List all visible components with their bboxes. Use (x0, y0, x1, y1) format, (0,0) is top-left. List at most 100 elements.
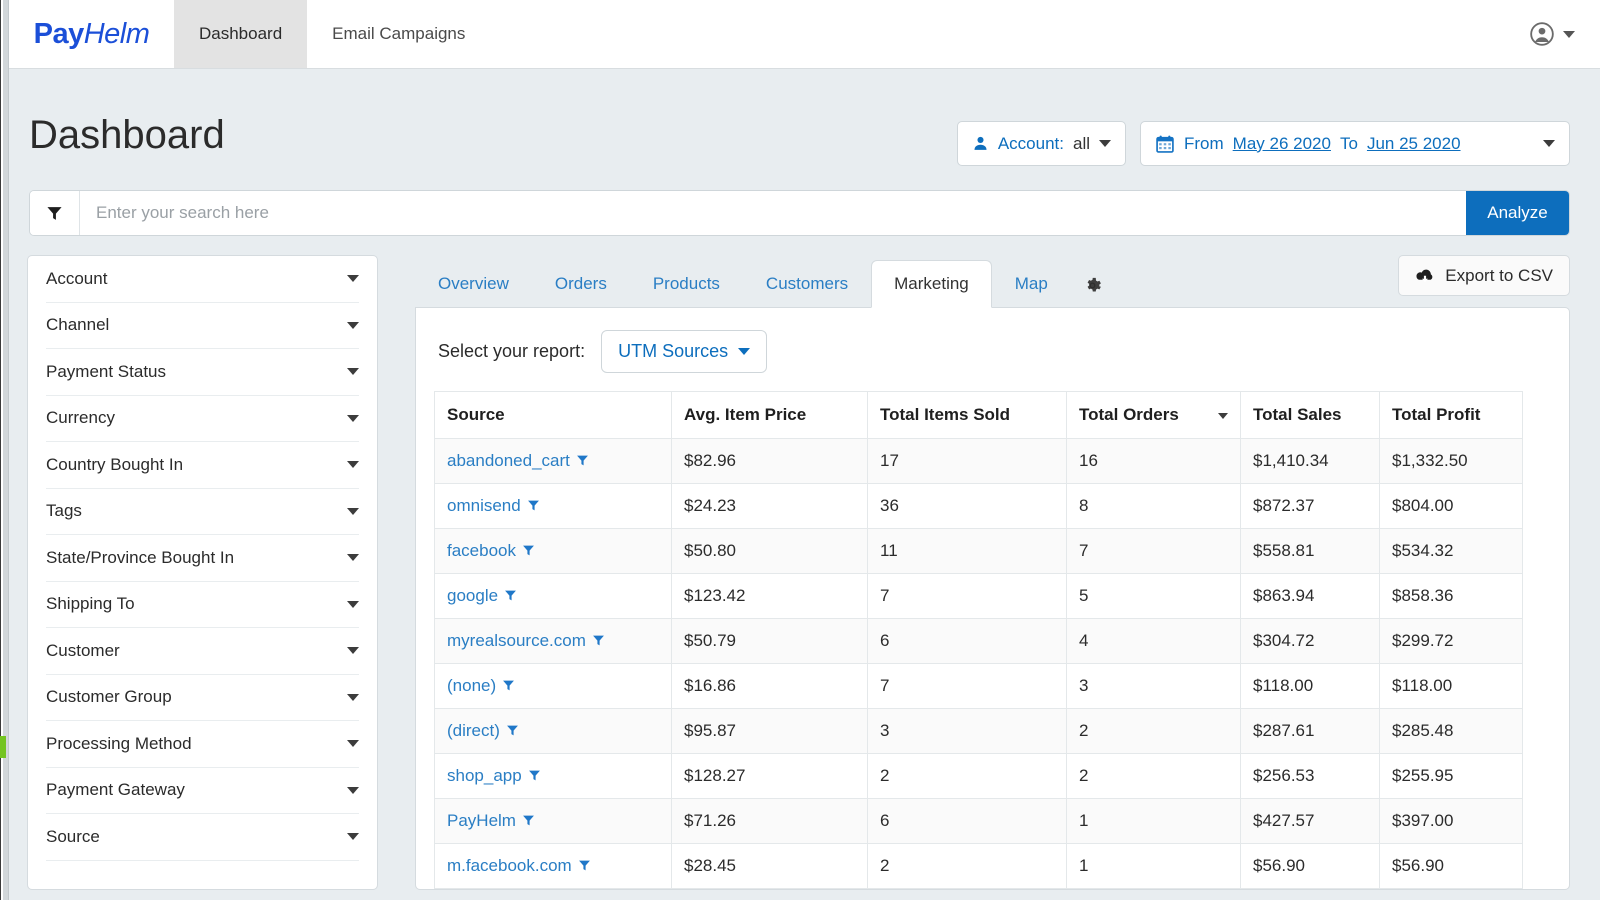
chevron-down-icon (738, 348, 750, 355)
tab-label: Products (653, 274, 720, 293)
funnel-icon[interactable] (522, 766, 541, 785)
source-link[interactable]: (direct) (447, 721, 500, 740)
table-row: facebook$50.80117$558.81$534.32 (435, 529, 1523, 574)
funnel-icon[interactable] (572, 856, 591, 875)
cell-source: myrealsource.com (435, 619, 672, 664)
sidebar-item-label: Processing Method (46, 734, 347, 754)
funnel-icon[interactable] (521, 496, 540, 515)
cell-total-profit: $534.32 (1380, 529, 1523, 574)
sidebar-item-customer[interactable]: Customer (46, 628, 359, 675)
tab-customers[interactable]: Customers (743, 260, 871, 308)
sidebar-item-channel[interactable]: Channel (46, 303, 359, 350)
funnel-icon[interactable] (498, 586, 517, 605)
source-link[interactable]: facebook (447, 541, 516, 560)
tab-products[interactable]: Products (630, 260, 743, 308)
sidebar-item-payment-gateway[interactable]: Payment Gateway (46, 768, 359, 815)
cell-total-items-sold: 2 (868, 844, 1067, 889)
nav-tab-email-campaigns[interactable]: Email Campaigns (307, 0, 490, 68)
cell-total-orders: 1 (1067, 889, 1241, 891)
source-link[interactable]: abandoned_cart (447, 451, 570, 470)
funnel-icon[interactable] (516, 541, 535, 560)
column-header-label: Avg. Item Price (684, 405, 806, 424)
sidebar-item-account[interactable]: Account (46, 256, 359, 303)
sidebar-item-state-province-bought-in[interactable]: State/Province Bought In (46, 535, 359, 582)
chevron-down-icon[interactable] (1563, 31, 1575, 38)
sidebar-item-payment-status[interactable]: Payment Status (46, 349, 359, 396)
funnel-icon[interactable] (586, 631, 605, 650)
column-header-source[interactable]: Source (435, 392, 672, 439)
tab-label: Map (1015, 274, 1048, 293)
source-link[interactable]: myrealsource.com (447, 631, 586, 650)
search-input[interactable] (80, 191, 1466, 235)
funnel-icon[interactable] (516, 811, 535, 830)
source-link[interactable]: omnisend (447, 496, 521, 515)
page-title: Dashboard (29, 113, 225, 158)
sidebar-item-source[interactable]: Source (46, 814, 359, 861)
column-header-label: Total Items Sold (880, 405, 1010, 424)
table-row: (direct)$95.8732$287.61$285.48 (435, 709, 1523, 754)
tab-marketing[interactable]: Marketing (871, 260, 992, 308)
sidebar-item-shipping-to[interactable]: Shipping To (46, 582, 359, 629)
user-circle-icon[interactable] (1529, 21, 1555, 47)
export-to-csv-button[interactable]: Export to CSV (1398, 255, 1570, 296)
dashboard-page: PayHelm Dashboard Email Campaigns Dashbo… (0, 0, 1600, 900)
account-selector[interactable]: Account: all (957, 121, 1126, 166)
payhelm-logo[interactable]: PayHelm (9, 0, 174, 68)
person-icon (972, 135, 989, 152)
utm-sources-table-wrapper: Source Avg. Item Price Total Items Sold … (416, 391, 1569, 890)
source-link[interactable]: google (447, 586, 498, 605)
filters-sidebar: Account Channel Payment Status Currency … (27, 255, 378, 890)
source-link[interactable]: (none) (447, 676, 496, 695)
column-header-total-orders[interactable]: Total Orders (1067, 392, 1241, 439)
sidebar-item-currency[interactable]: Currency (46, 396, 359, 443)
column-header-avg-item-price[interactable]: Avg. Item Price (672, 392, 868, 439)
funnel-icon[interactable] (496, 676, 515, 695)
cell-total-items-sold: 1 (868, 889, 1067, 891)
search-filter-button[interactable] (30, 191, 80, 235)
date-from-value[interactable]: May 26 2020 (1233, 134, 1331, 154)
cell-source: m.facebook.com (435, 844, 672, 889)
sidebar-item-tags[interactable]: Tags (46, 489, 359, 536)
sort-descending-icon (1218, 413, 1228, 419)
table-header-row: Source Avg. Item Price Total Items Sold … (435, 392, 1523, 439)
analyze-button[interactable]: Analyze (1466, 191, 1569, 235)
sidebar-item-processing-method[interactable]: Processing Method (46, 721, 359, 768)
cell-total-items-sold: 2 (868, 754, 1067, 799)
export-label: Export to CSV (1445, 266, 1553, 286)
edge-green-marker (0, 736, 6, 758)
tab-orders[interactable]: Orders (532, 260, 630, 308)
sidebar-item-customer-group[interactable]: Customer Group (46, 675, 359, 722)
source-link[interactable]: m.facebook.com (447, 856, 572, 875)
column-header-total-profit[interactable]: Total Profit (1380, 392, 1523, 439)
nav-right-group (1529, 0, 1600, 68)
funnel-icon[interactable] (500, 721, 519, 740)
cell-total-profit: $285.48 (1380, 709, 1523, 754)
date-range-selector[interactable]: From May 26 2020 To Jun 25 2020 (1140, 121, 1570, 166)
nav-tab-dashboard[interactable]: Dashboard (174, 0, 307, 68)
cell-avg-item-price: $24.23 (672, 484, 868, 529)
cell-avg-item-price: $16.86 (672, 664, 868, 709)
column-header-total-items-sold[interactable]: Total Items Sold (868, 392, 1067, 439)
cell-total-orders: 3 (1067, 664, 1241, 709)
cell-total-orders: 2 (1067, 754, 1241, 799)
cell-total-profit: $40.00 (1380, 889, 1523, 891)
cell-avg-item-price: $82.96 (672, 439, 868, 484)
tab-overview[interactable]: Overview (415, 260, 532, 308)
sidebar-item-country-bought-in[interactable]: Country Bought In (46, 442, 359, 489)
cell-source: facebook (435, 529, 672, 574)
cell-source: abandoned_cart (435, 439, 672, 484)
chevron-down-icon (347, 461, 359, 468)
funnel-icon[interactable] (570, 451, 589, 470)
tab-map[interactable]: Map (992, 260, 1071, 308)
utm-sources-table: Source Avg. Item Price Total Items Sold … (434, 391, 1523, 890)
date-to-value[interactable]: Jun 25 2020 (1367, 134, 1461, 154)
column-header-total-sales[interactable]: Total Sales (1241, 392, 1380, 439)
sidebar-item-label: Source (46, 827, 347, 847)
sidebar-item-label: State/Province Bought In (46, 548, 347, 568)
settings-button[interactable] (1071, 263, 1114, 308)
source-link[interactable]: PayHelm (447, 811, 516, 830)
sidebar-item-label: Customer Group (46, 687, 347, 707)
report-select-dropdown[interactable]: UTM Sources (601, 330, 767, 373)
report-prompt: Select your report: (438, 341, 585, 362)
source-link[interactable]: shop_app (447, 766, 522, 785)
